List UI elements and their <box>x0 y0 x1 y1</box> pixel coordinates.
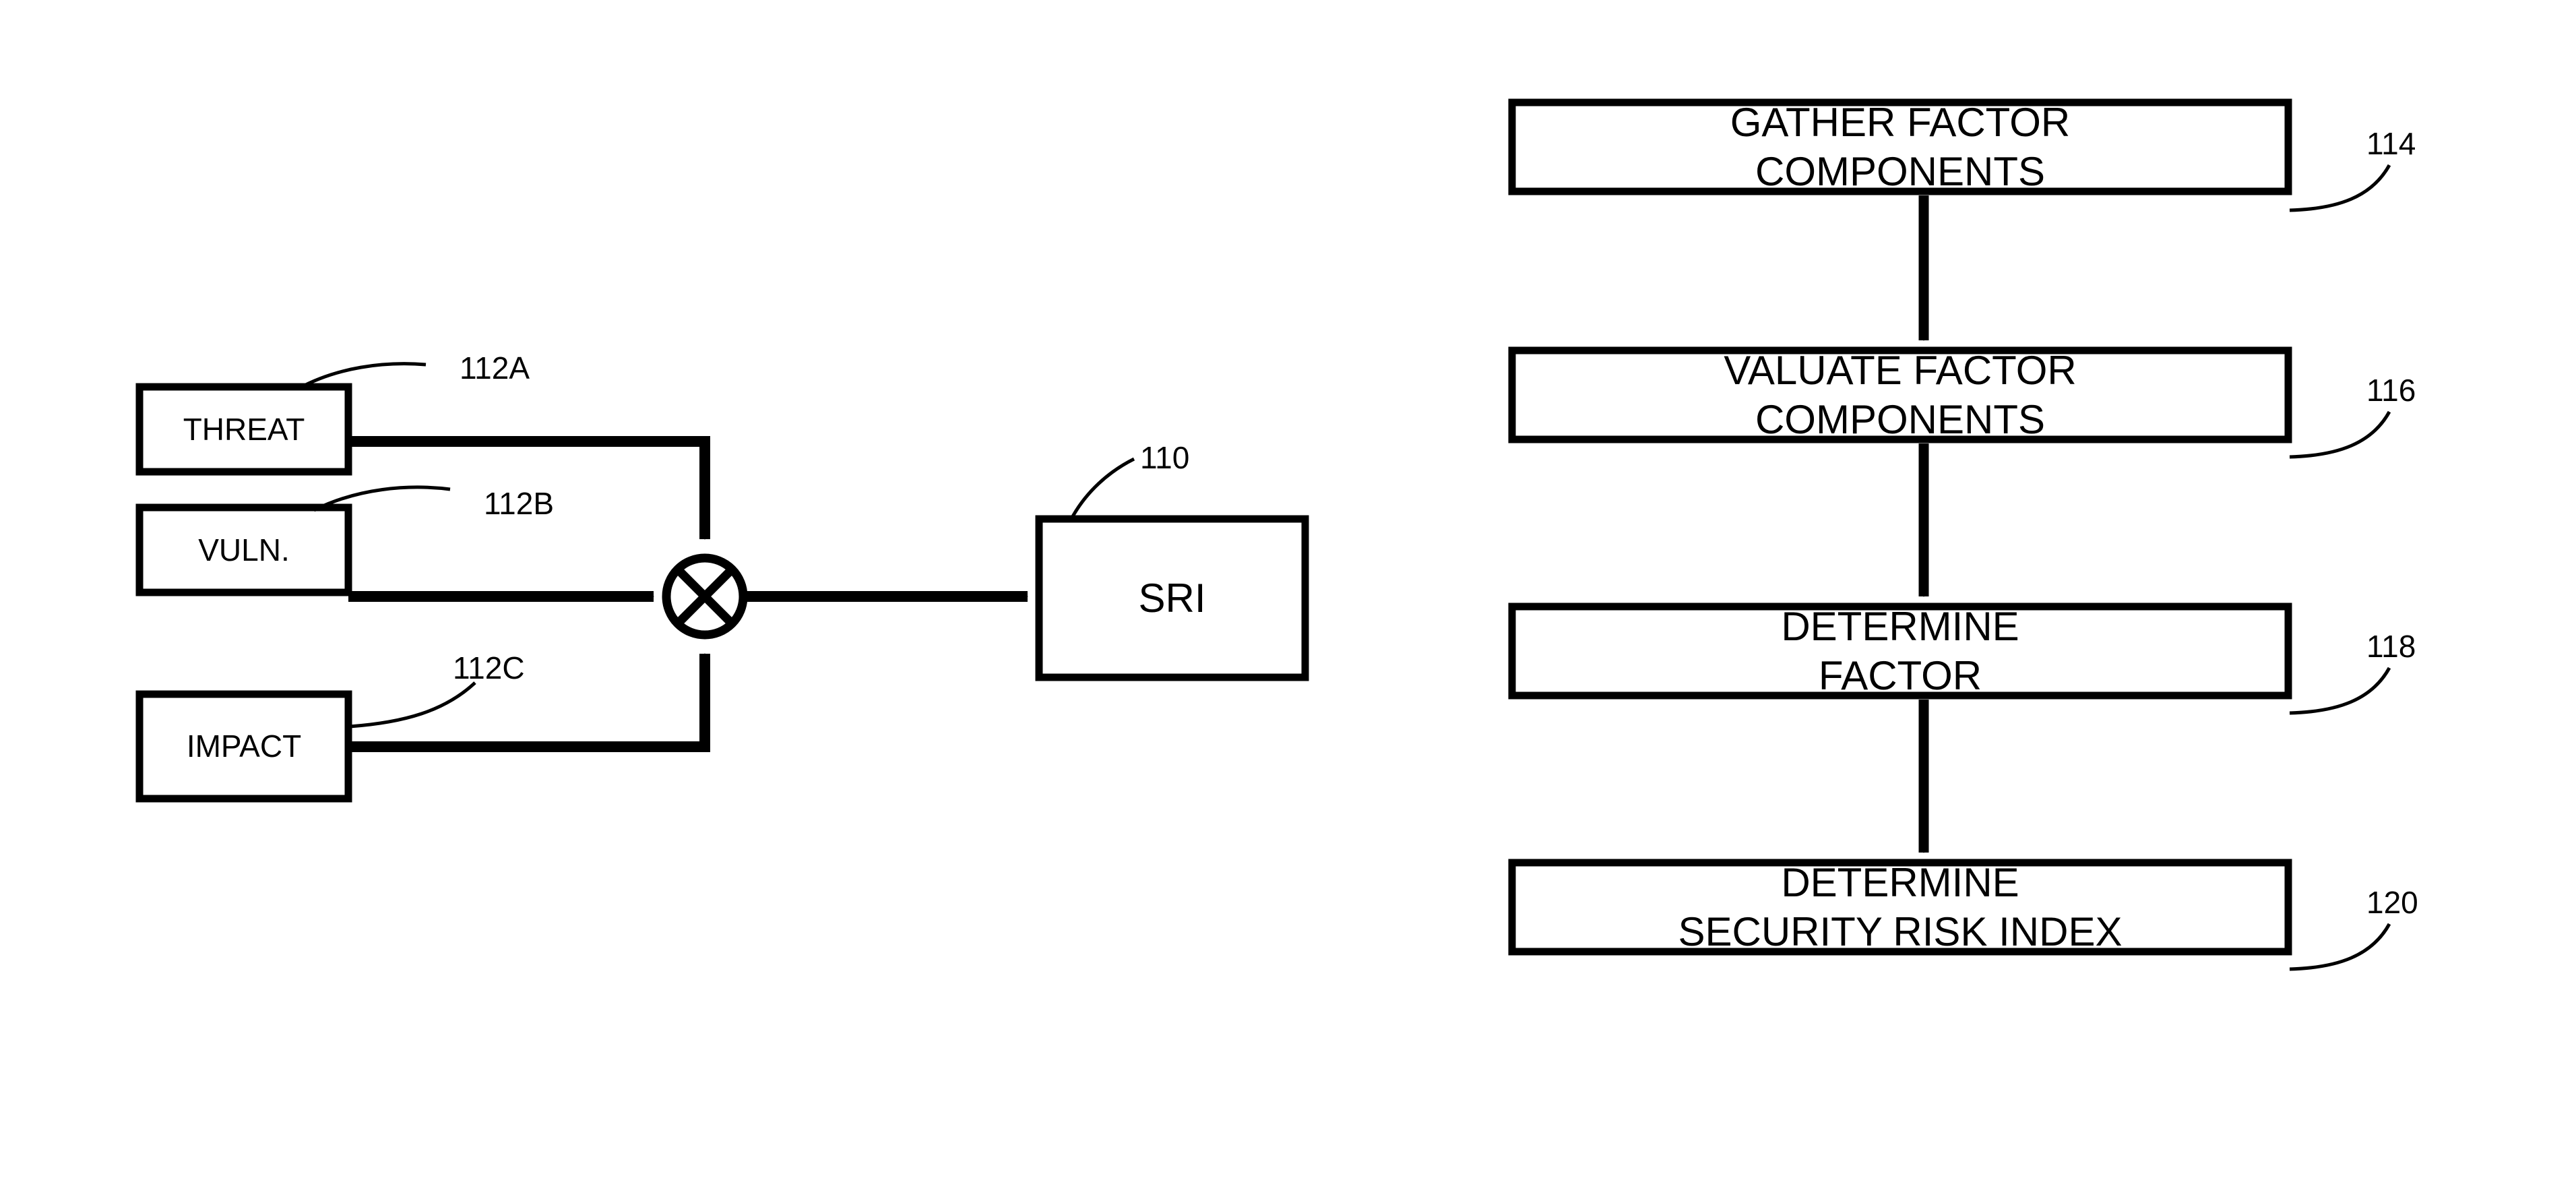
ref-numeral-114: 114 <box>2366 126 2416 161</box>
patent-figure-canvas: THREAT VULN. IMPACT SRI 112A 112B 112C 1… <box>0 0 2576 1203</box>
leader-114 <box>2289 164 2391 212</box>
leader-112c <box>349 681 476 729</box>
ref-numeral-112c: 112C <box>453 650 525 685</box>
impact-box-label: IMPACT <box>186 729 302 764</box>
vuln-box-label: VULN. <box>198 532 290 567</box>
flow-step-3-label: DETERMINE FACTOR <box>1781 603 2019 698</box>
leader-116 <box>2289 410 2391 459</box>
ref-numeral-112a: 112A <box>460 350 530 385</box>
leader-110 <box>1070 457 1135 519</box>
flow-step-2-label: VALUATE FACTOR COMPONENTS <box>1724 347 2077 442</box>
ref-numeral-116: 116 <box>2366 373 2416 408</box>
ref-numeral-110: 110 <box>1140 440 1190 475</box>
leader-120 <box>2289 923 2391 971</box>
impact-connector <box>348 653 710 752</box>
sri-box-label: SRI <box>1138 575 1206 621</box>
leader-118 <box>2289 667 2391 715</box>
ref-numeral-120: 120 <box>2366 885 2418 920</box>
ref-numeral-112b: 112B <box>484 486 555 521</box>
ref-numeral-118: 118 <box>2366 629 2416 664</box>
flow-step-1-label: GATHER FACTOR COMPONENTS <box>1730 99 2071 194</box>
flow-step-4-label: DETERMINE SECURITY RISK INDEX <box>1678 859 2123 954</box>
threat-box-label: THREAT <box>183 411 305 447</box>
